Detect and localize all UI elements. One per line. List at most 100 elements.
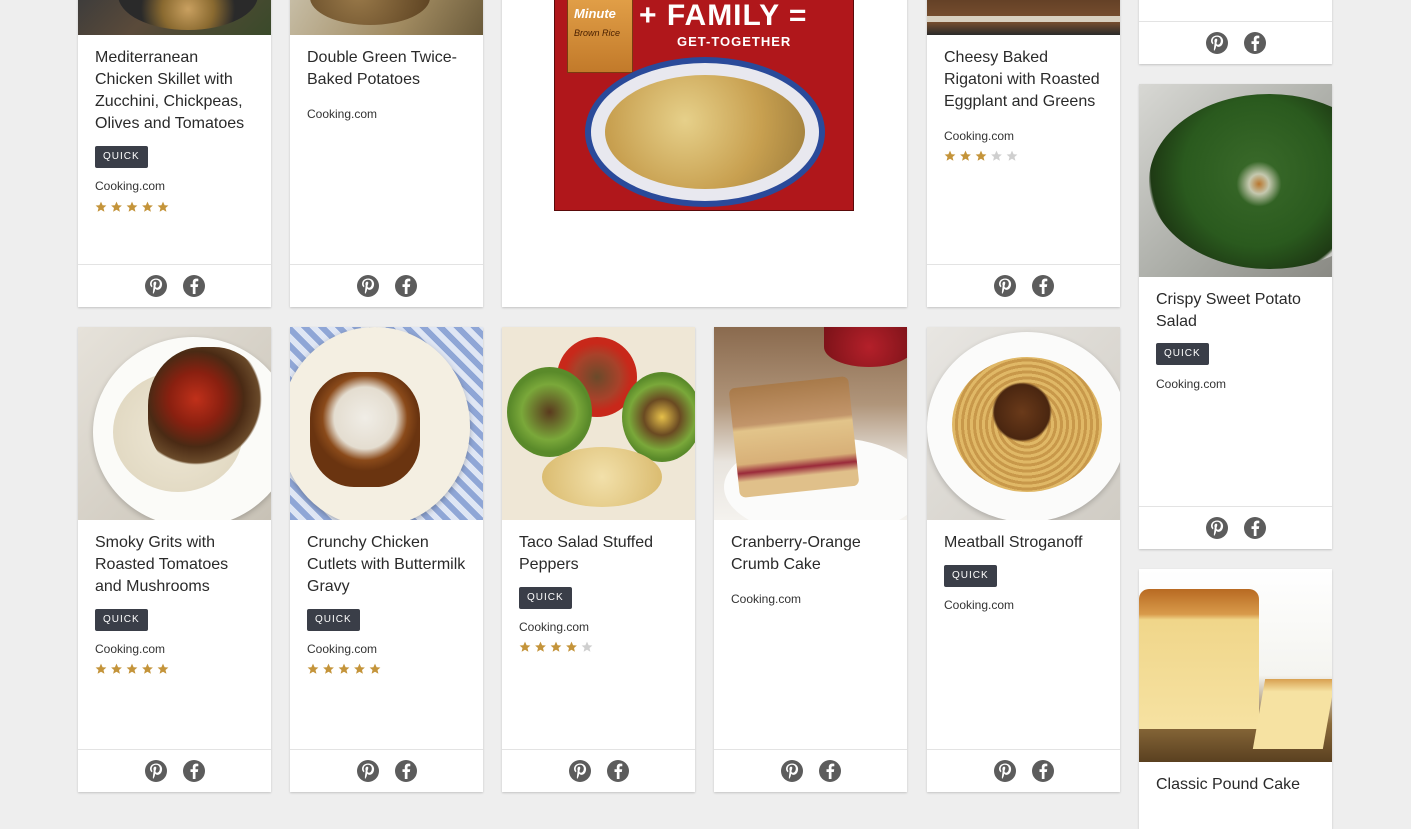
pinterest-icon[interactable] — [144, 760, 167, 782]
star-icon — [111, 201, 122, 212]
recipe-photo[interactable] — [78, 327, 271, 520]
recipe-card[interactable]: Cheesy Baked Rigatoni with Roasted Eggpl… — [927, 0, 1120, 307]
star-icon — [369, 663, 381, 674]
recipe-photo[interactable] — [927, 0, 1120, 35]
recipe-photo[interactable] — [78, 0, 271, 35]
star-icon — [519, 641, 531, 652]
recipe-photo[interactable] — [290, 0, 483, 35]
facebook-icon[interactable] — [182, 760, 205, 782]
recipe-card[interactable]: Crunchy Chicken Cutlets with Buttermilk … — [290, 327, 483, 792]
recipe-card[interactable] — [1139, 0, 1332, 64]
star-icon — [550, 641, 562, 652]
recipe-title[interactable]: Crunchy Chicken Cutlets with Buttermilk … — [307, 532, 471, 598]
share-bar — [1139, 21, 1332, 64]
star-icon — [581, 641, 593, 652]
recipe-card[interactable]: Crispy Sweet Potato Salad QUICK Cooking.… — [1139, 84, 1332, 549]
quick-badge: QUICK — [95, 146, 148, 168]
recipe-source: Cooking.com — [944, 129, 1015, 143]
recipe-card[interactable]: Cranberry-Orange Crumb Cake Cooking.com — [714, 327, 907, 792]
recipe-title[interactable]: Crispy Sweet Potato Salad — [1156, 289, 1320, 333]
pinterest-icon[interactable] — [780, 760, 803, 782]
pinterest-icon[interactable] — [356, 760, 379, 782]
facebook-icon[interactable] — [182, 275, 205, 297]
recipe-photo[interactable] — [927, 327, 1120, 520]
quick-badge: QUICK — [944, 565, 997, 587]
star-icon — [157, 663, 169, 674]
recipe-photo[interactable] — [1139, 84, 1332, 277]
recipe-title[interactable]: Cranberry-Orange Crumb Cake — [731, 532, 895, 576]
casserole-dish — [585, 57, 825, 207]
share-bar — [290, 749, 483, 792]
star-rating — [519, 641, 595, 655]
stars-svg — [95, 663, 169, 674]
skillet-shape — [118, 0, 258, 30]
casserole-food — [605, 75, 805, 189]
pinterest-icon[interactable] — [993, 275, 1016, 297]
recipe-card[interactable]: Meatball Stroganoff QUICK Cooking.com — [927, 327, 1120, 792]
recipe-title[interactable]: Meatball Stroganoff — [944, 532, 1108, 554]
pinterest-icon[interactable] — [568, 760, 591, 782]
facebook-icon[interactable] — [1031, 760, 1054, 782]
facebook-icon[interactable] — [818, 760, 841, 782]
pinterest-icon[interactable] — [356, 275, 379, 297]
recipe-title[interactable]: Cheesy Baked Rigatoni with Roasted Eggpl… — [944, 47, 1108, 113]
ad-product: Brown Rice — [574, 28, 621, 38]
star-icon — [566, 641, 577, 652]
recipe-photo[interactable] — [714, 327, 907, 520]
facebook-icon[interactable] — [394, 760, 417, 782]
recipe-source: Cooking.com — [307, 642, 378, 656]
share-bar — [927, 264, 1120, 307]
facebook-icon[interactable] — [394, 275, 417, 297]
recipe-card[interactable]: Double Green Twice-Baked Potatoes Cookin… — [290, 0, 483, 307]
facebook-icon[interactable] — [1243, 32, 1266, 54]
share-bar — [502, 749, 695, 792]
facebook-icon[interactable] — [606, 760, 629, 782]
recipe-source: Cooking.com — [944, 598, 1015, 612]
facebook-icon[interactable] — [1031, 275, 1054, 297]
recipe-title[interactable]: Classic Pound Cake — [1156, 774, 1320, 796]
facebook-icon[interactable] — [1243, 517, 1266, 539]
recipe-card[interactable]: Mediterranean Chicken Skillet with Zucch… — [78, 0, 271, 307]
star-icon — [157, 201, 169, 212]
recipe-source: Cooking.com — [519, 620, 590, 634]
tomatoes-mushrooms — [148, 347, 268, 477]
recipe-source: Cooking.com — [95, 179, 166, 193]
recipe-title[interactable]: Mediterranean Chicken Skillet with Zucch… — [95, 47, 259, 135]
star-icon — [338, 663, 350, 674]
star-icon — [354, 663, 365, 674]
pinterest-icon[interactable] — [144, 275, 167, 297]
pinterest-icon[interactable] — [1205, 32, 1228, 54]
recipe-title[interactable]: Smoky Grits with Roasted Tomatoes and Mu… — [95, 532, 259, 598]
pepper-green-left — [507, 367, 592, 457]
star-icon — [535, 641, 546, 652]
pinterest-icon[interactable] — [1205, 517, 1228, 539]
recipe-title[interactable]: Double Green Twice-Baked Potatoes — [307, 47, 471, 91]
stars-svg — [95, 201, 169, 212]
rice-box: Minute Brown Rice — [567, 0, 633, 73]
recipe-photo[interactable] — [502, 327, 695, 520]
recipe-source: Cooking.com — [307, 107, 378, 121]
share-bar — [1139, 506, 1332, 549]
star-icon — [111, 663, 122, 674]
recipe-title[interactable]: Taco Salad Stuffed Peppers — [519, 532, 683, 576]
recipe-photo[interactable] — [1139, 569, 1332, 762]
crumb-cake-slice — [728, 376, 860, 498]
cranberry-bowl — [824, 327, 907, 367]
star-rating — [95, 201, 171, 215]
pepper-green-right — [622, 372, 695, 462]
star-icon — [960, 150, 971, 161]
pinterest-icon[interactable] — [993, 760, 1016, 782]
recipe-card[interactable]: Taco Salad Stuffed Peppers QUICK Cooking… — [502, 327, 695, 792]
recipe-card[interactable]: Classic Pound Cake — [1139, 569, 1332, 829]
ad-banner[interactable]: Minute Brown Rice + FAMILY = GET-TOGETHE… — [554, 0, 854, 211]
recipe-photo[interactable] — [290, 327, 483, 520]
potato-shape — [310, 0, 430, 25]
pound-cake-loaf — [1139, 589, 1259, 729]
star-icon — [126, 201, 138, 212]
dish-rim — [927, 16, 1120, 22]
ad-subheadline: GET-TOGETHER — [677, 34, 792, 49]
recipe-card[interactable]: Smoky Grits with Roasted Tomatoes and Mu… — [78, 327, 271, 792]
quick-badge: QUICK — [307, 609, 360, 631]
ad-brand: Minute — [574, 6, 616, 21]
star-icon — [95, 663, 107, 674]
